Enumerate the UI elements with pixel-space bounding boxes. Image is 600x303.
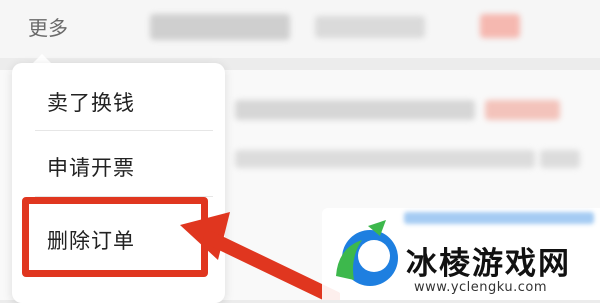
- watermark: 冰棱游戏网 www.yclengku.com: [322, 208, 600, 300]
- more-button[interactable]: 更多: [28, 12, 68, 41]
- blurred-tab: [150, 14, 290, 40]
- blurred-text: [235, 150, 535, 168]
- blurred-tab: [315, 16, 425, 38]
- top-bar: 更多: [0, 0, 600, 58]
- blurred-text: [540, 150, 580, 168]
- blurred-text: [235, 100, 475, 120]
- menu-item-sell[interactable]: 卖了换钱: [47, 87, 135, 117]
- menu-item-invoice[interactable]: 申请开票: [47, 152, 135, 182]
- site-logo-icon: [336, 220, 398, 286]
- watermark-title: 冰棱游戏网: [406, 246, 571, 282]
- red-arrow-icon: [180, 212, 340, 300]
- blurred-badge: [485, 100, 560, 120]
- watermark-url: www.yclengku.com: [414, 280, 548, 295]
- menu-divider: [35, 130, 213, 131]
- blurred-badge: [480, 14, 520, 38]
- watermark-blurred-text: [404, 212, 594, 224]
